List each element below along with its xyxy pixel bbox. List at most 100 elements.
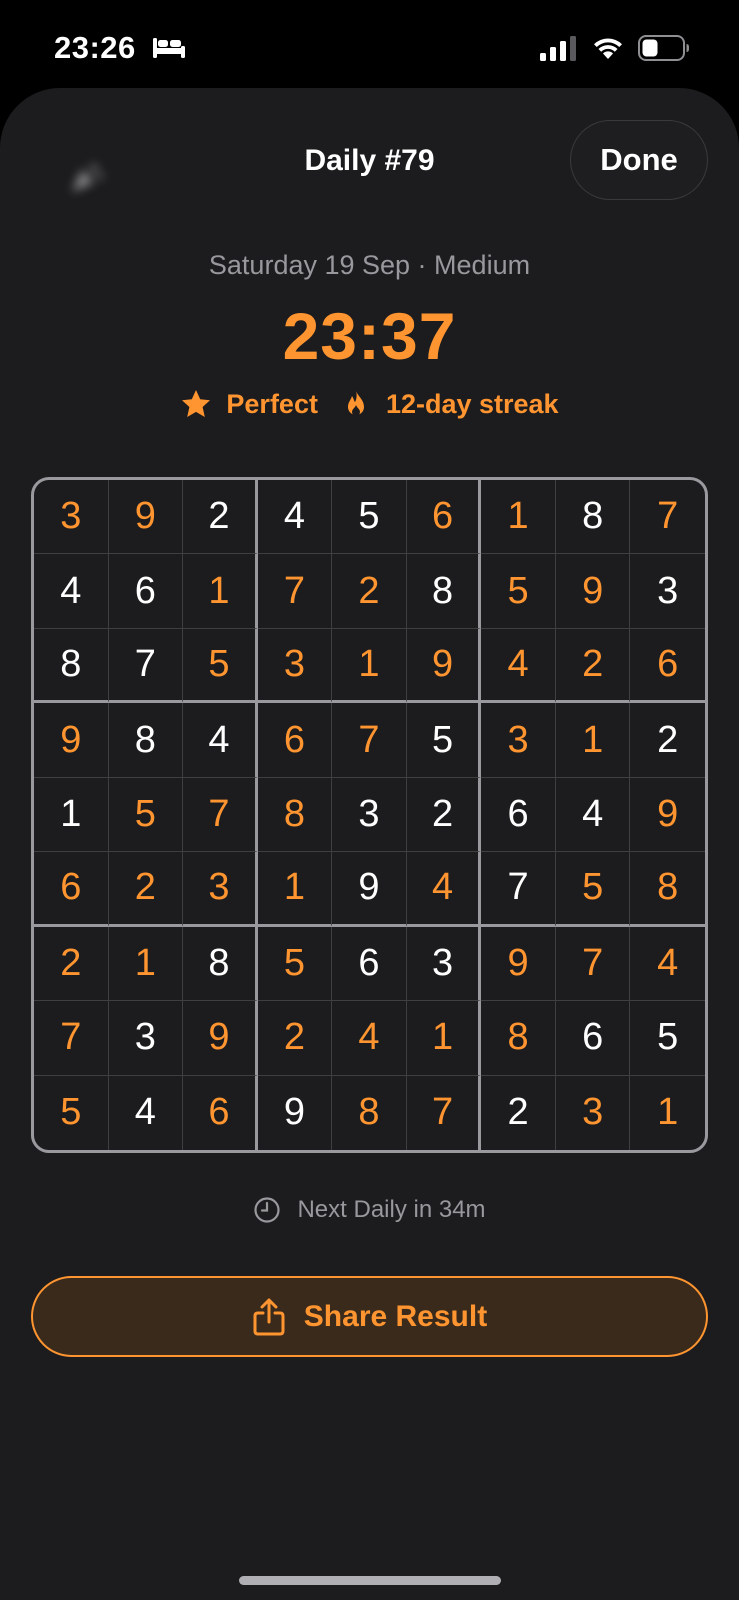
grid-cell: 4: [183, 703, 258, 778]
next-daily-countdown: Next Daily in 34m: [0, 1196, 739, 1224]
grid-cell: 5: [555, 852, 631, 927]
grid-cell: 1: [34, 777, 109, 853]
grid-cell: 6: [183, 1075, 258, 1150]
grid-cell: 5: [257, 926, 333, 1002]
grid-cell: 9: [332, 852, 407, 927]
grid-cell: 2: [34, 926, 109, 1002]
grid-cell: 8: [630, 852, 705, 927]
bed-icon: [153, 38, 185, 58]
share-result-label: Share Result: [303, 1299, 488, 1333]
grid-cell: 9: [630, 778, 705, 853]
grid-cell: 2: [257, 1001, 333, 1076]
grid-cell: 3: [34, 480, 109, 555]
grid-cell: 7: [407, 1075, 482, 1150]
grid-cell: 7: [332, 703, 407, 778]
grid-cell: 4: [332, 1001, 407, 1076]
grid-cell: 9: [481, 926, 556, 1002]
grid-cell: 6: [332, 926, 407, 1002]
done-button[interactable]: Done: [570, 120, 708, 200]
share-result-button[interactable]: Share Result: [31, 1276, 708, 1357]
grid-cell: 4: [481, 628, 556, 704]
grid-cell: 3: [257, 628, 333, 704]
star-icon: [182, 390, 211, 417]
grid-cell: 5: [332, 480, 407, 555]
grid-cell: 7: [555, 926, 631, 1002]
grid-cell: 6: [108, 554, 184, 629]
solve-time: 23:37: [282, 299, 457, 373]
grid-cell: 4: [630, 927, 705, 1002]
grid-cell: 1: [481, 480, 556, 555]
grid-cell: 9: [406, 628, 482, 704]
grid-cell: 5: [183, 628, 258, 704]
perfect-badge: Perfect: [180, 388, 318, 420]
grid-cell: 3: [108, 1001, 184, 1076]
date-difficulty-label: Saturday 19 Sep · Medium: [208, 250, 531, 280]
share-icon: [253, 1298, 285, 1335]
grid-cell: 1: [555, 703, 631, 778]
grid-cell: 6: [630, 629, 705, 704]
grid-cell: 2: [332, 554, 407, 629]
status-time: 23:26: [54, 30, 136, 65]
grid-cell: 2: [555, 628, 631, 704]
grid-cell: 6: [34, 852, 109, 927]
grid-cell: 8: [481, 1001, 556, 1076]
grid-cell: 3: [556, 1075, 631, 1150]
grid-cell: 4: [406, 852, 482, 927]
grid-cell: 9: [555, 554, 631, 629]
grid-cell: 1: [257, 852, 333, 927]
result-sheet: Daily #79 Done Saturday 19 Sep · Medium …: [0, 88, 739, 1600]
grid-cell: 1: [108, 926, 184, 1002]
grid-cell: 7: [183, 777, 258, 853]
grid-cell: 1: [332, 628, 407, 704]
sudoku-grid: 3924561874617285938753194269846753121578…: [31, 477, 708, 1153]
grid-cell: 3: [630, 554, 705, 629]
grid-cell: 1: [406, 1001, 482, 1076]
grid-cell: 8: [34, 628, 109, 704]
status-bar: 23:26: [0, 0, 739, 90]
grid-cell: 8: [332, 1075, 407, 1150]
grid-cell: 2: [630, 703, 705, 778]
grid-cell: 3: [183, 852, 258, 927]
grid-cell: 7: [630, 480, 705, 555]
grid-cell: 2: [108, 852, 184, 927]
streak-label: 12-day streak: [385, 388, 559, 419]
grid-cell: 1: [657, 1091, 679, 1134]
grid-cell: 7: [108, 628, 184, 704]
grid-cell: 9: [183, 1001, 258, 1076]
grid-cell: 2: [183, 480, 258, 555]
grid-cell: 8: [108, 703, 184, 778]
grid-cell: 7: [257, 554, 333, 629]
grid-cell: 4: [555, 777, 631, 853]
grid-cell: 8: [406, 554, 482, 629]
grid-cell: 6: [481, 777, 556, 853]
grid-cell: 5: [108, 777, 184, 853]
grid-cell: 1: [183, 554, 258, 629]
grid-cell: 3: [332, 777, 407, 853]
grid-cell: 5: [34, 1075, 109, 1150]
flame-icon: [347, 390, 364, 416]
perfect-label: Perfect: [226, 388, 318, 419]
achievement-badges: Perfect 12-day streak: [0, 388, 739, 420]
grid-cell: 3: [481, 703, 556, 778]
grid-cell: 2: [481, 1075, 556, 1150]
grid-cell: 9: [34, 703, 109, 778]
grid-cell: 3: [406, 926, 482, 1002]
grid-cell: 4: [257, 480, 333, 555]
grid-cell: 5: [481, 554, 556, 629]
wifi-icon: [594, 38, 622, 59]
grid-cell: 4: [34, 554, 109, 629]
clock-icon: [254, 1197, 281, 1223]
grid-cell: 5: [406, 703, 482, 778]
home-indicator: [239, 1576, 501, 1585]
grid-cell: 4: [109, 1075, 184, 1150]
grid-cell: 7: [34, 1001, 109, 1076]
grid-cell: 6: [257, 703, 333, 778]
grid-cell: 2: [406, 777, 482, 853]
cellular-signal-icon: [540, 36, 576, 61]
streak-badge: 12-day streak: [340, 388, 559, 420]
grid-cell: 7: [481, 852, 556, 927]
grid-cell: 5: [630, 1001, 705, 1076]
next-daily-label: Next Daily in 34m: [297, 1196, 486, 1223]
grid-cell: 6: [406, 480, 482, 555]
grid-cell: 8: [555, 480, 631, 555]
